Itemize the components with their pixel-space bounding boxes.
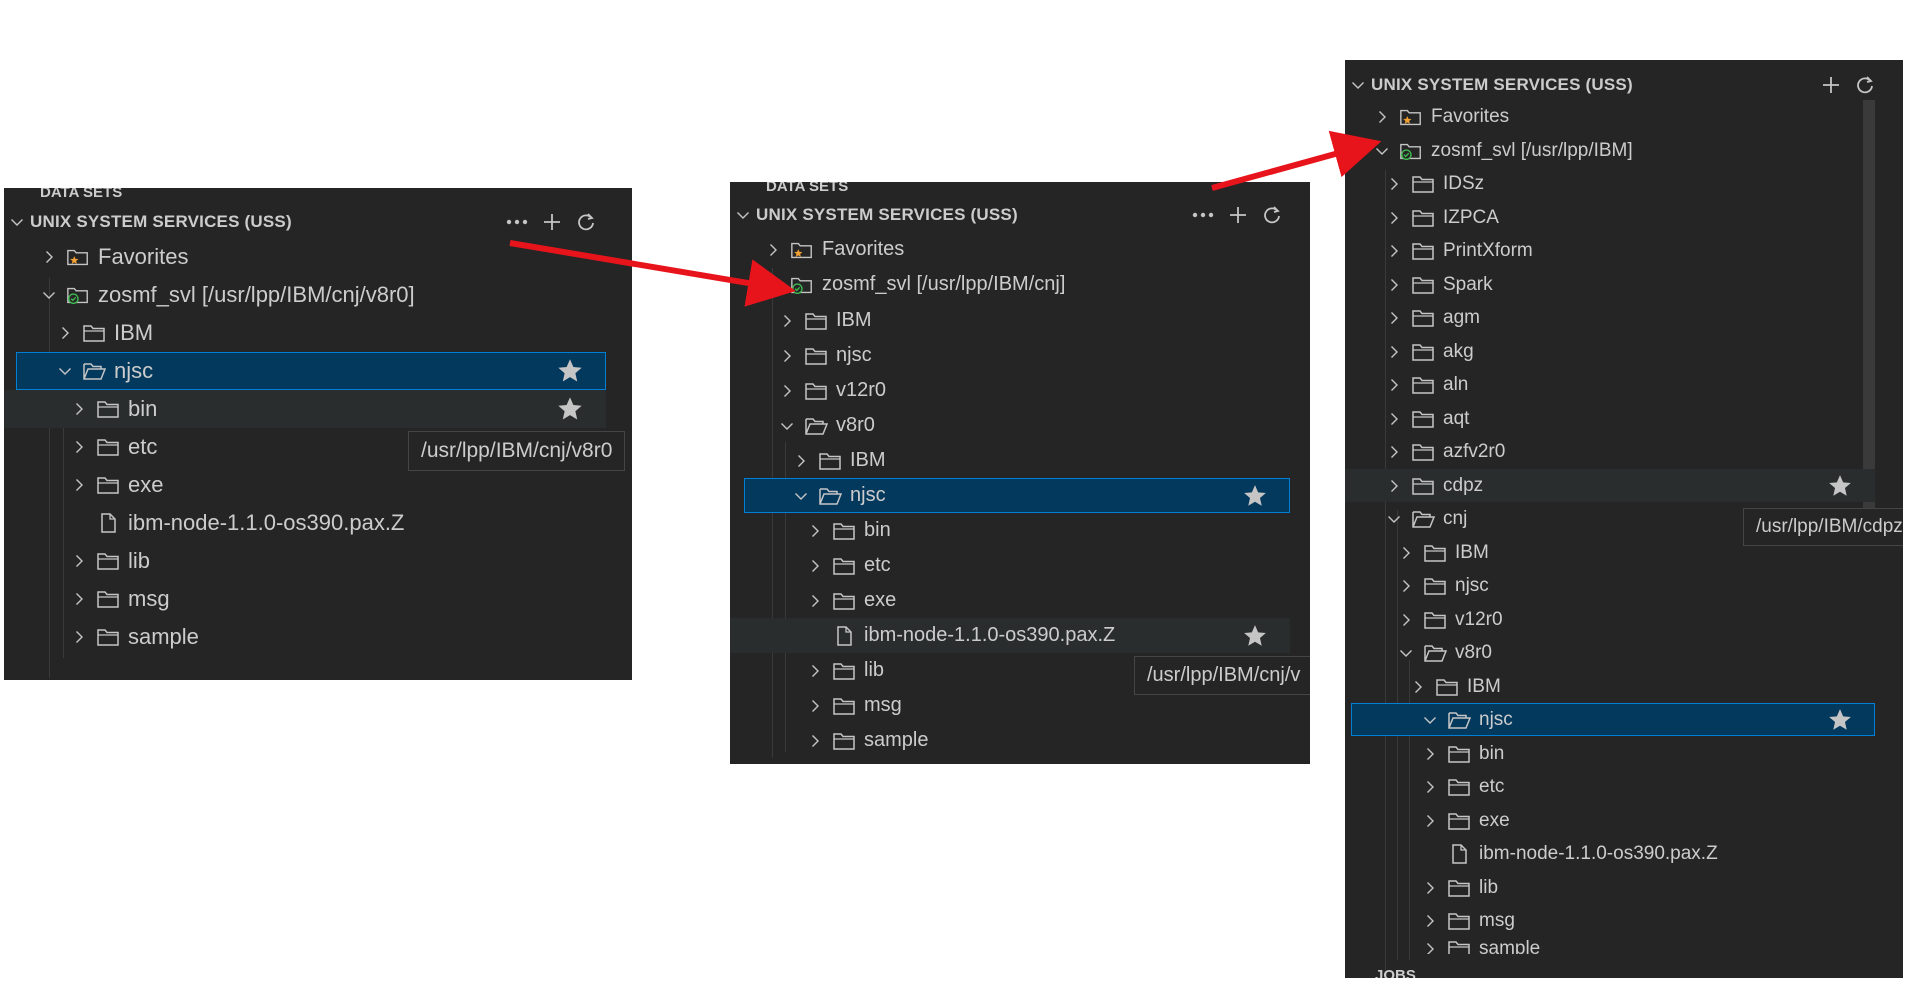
- annotation-arrows: [509, 130, 1382, 307]
- arrow-panel2-to-panel3: [1211, 130, 1382, 191]
- arrow-panel1-to-panel2: [509, 240, 796, 307]
